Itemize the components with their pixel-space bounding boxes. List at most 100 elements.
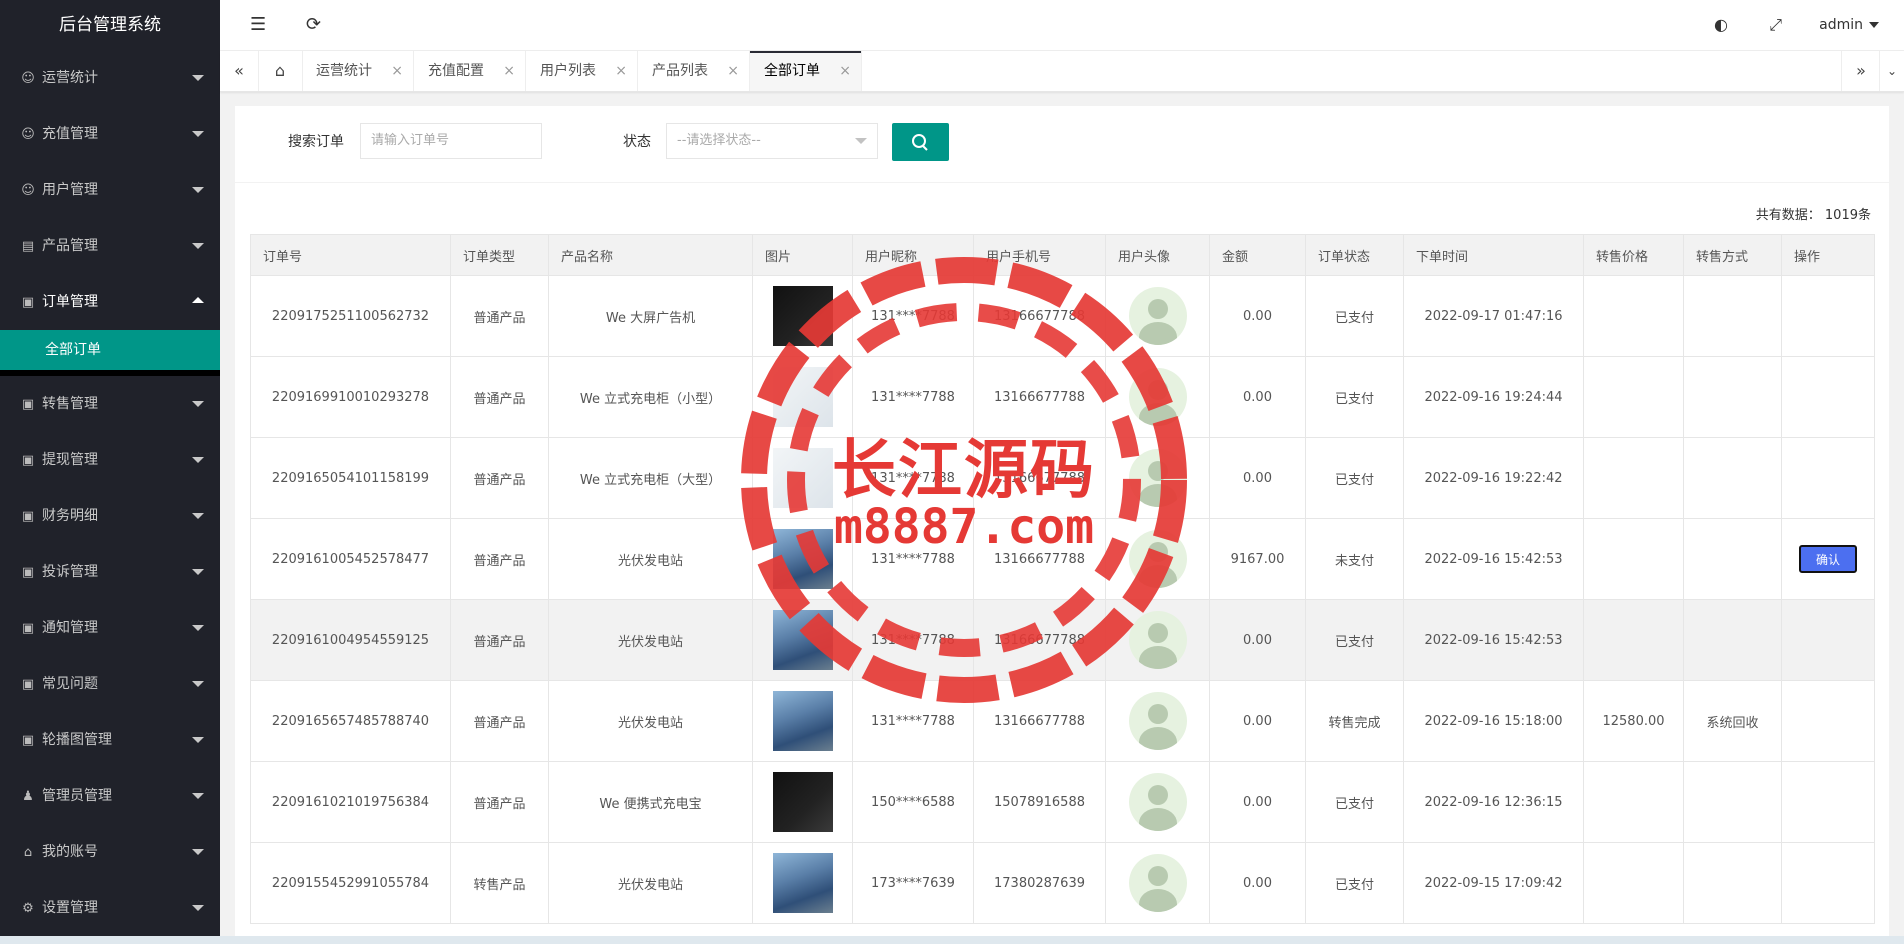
table-row[interactable]: 2209175251100562732 普通产品 We 大屏广告机 131****77… [250,275,1875,357]
cell-resale-way [1683,842,1782,924]
order-search-label: 搜索订单 [288,134,344,150]
status-select[interactable]: --请选择状态-- [666,123,878,159]
chevron-icon [192,131,204,137]
cell-status: 已支付 [1305,842,1404,924]
product-thumbnail[interactable] [772,691,833,751]
tabs-menu-chevron-icon[interactable]: ⌄ [1879,51,1904,91]
search-icon [912,134,928,151]
action-cell: 确认 [1781,518,1875,600]
table-row[interactable]: 2209161004954559125 普通产品 光伏发电站 131****7788 1… [250,599,1875,681]
sidebar-item[interactable]: ▣ 轮播图管理 [0,712,220,768]
close-icon[interactable]: × [839,51,851,91]
cell-product: We 立式充电柜（大型） [548,437,753,519]
product-thumbnail[interactable] [772,367,833,427]
sidebar-item[interactable]: ▤ 产品管理 [0,218,220,274]
table-row[interactable]: 2209155452991055784 转售产品 光伏发电站 173****7639 1… [250,842,1875,924]
tabs-scroll-left-icon[interactable]: « [220,51,259,91]
cell-phone: 17380287639 [973,842,1106,924]
sidebar-item[interactable]: ☺ 充值管理 [0,106,220,162]
product-thumbnail[interactable] [772,853,833,913]
user-menu[interactable]: admin [1819,0,1879,50]
product-image-cell [752,761,853,843]
cell-type: 普通产品 [450,680,549,762]
cell-time: 2022-09-15 17:09:42 [1403,842,1584,924]
order-search-input[interactable]: 请输入订单号 [360,123,542,159]
sidebar-item[interactable]: ▣ 投诉管理 [0,544,220,600]
table-row[interactable]: 2209165657485788740 普通产品 光伏发电站 131****7788 1… [250,680,1875,762]
column-header: 用户手机号 [973,234,1106,276]
tab[interactable]: 全部订单 × [750,51,862,91]
status-label: 状态 [623,134,651,150]
chevron-icon [192,849,204,855]
action-cell [1781,680,1875,762]
avatar [1128,449,1187,507]
image-icon: ▣ [21,397,35,412]
cell-amount: 0.00 [1209,842,1306,924]
table-row[interactable]: 2209165054101158199 普通产品 We 立式充电柜（大型） 131**… [250,437,1875,519]
sidebar-item[interactable]: ▣ 通知管理 [0,600,220,656]
refresh-icon[interactable]: ⟳ [306,0,321,50]
action-cell [1781,842,1875,924]
home-tab-icon[interactable]: ⌂ [258,51,303,91]
avatar [1128,611,1187,669]
table-row[interactable]: 2209169910010293278 普通产品 We 立式充电柜（小型） 131**… [250,356,1875,438]
close-icon[interactable]: × [615,51,627,91]
cell-order: 2209161005452578477 [250,518,451,600]
sidebar-item[interactable]: ▣ 转售管理 [0,376,220,432]
cell-resale-way [1683,356,1782,438]
avatar [1128,530,1187,588]
close-icon[interactable]: × [503,51,515,91]
sidebar-item[interactable]: ⚙ 设置管理 [0,880,220,936]
cell-phone: 15078916588 [973,761,1106,843]
product-thumbnail[interactable] [772,610,833,670]
close-icon[interactable]: × [391,51,403,91]
sidebar-subitem-all-orders[interactable]: 全部订单 [0,330,220,370]
avatar-cell [1105,437,1210,519]
table-row[interactable]: 2209161005452578477 普通产品 光伏发电站 131****7788 1… [250,518,1875,600]
product-image-cell [752,599,853,681]
sidebar-item[interactable]: ☺ 运营统计 [0,50,220,106]
avatar [1128,773,1187,831]
cell-product: We 大屏广告机 [548,275,753,357]
tabs-scroll-right-icon[interactable]: » [1841,51,1880,91]
product-thumbnail[interactable] [772,772,833,832]
tab[interactable]: 产品列表 × [638,51,750,91]
sidebar-item[interactable]: ⌂ 我的账号 [0,824,220,880]
product-thumbnail[interactable] [772,286,833,346]
tab[interactable]: 用户列表 × [526,51,638,91]
table-row[interactable]: 2209161021019756384 普通产品 We 便携式充电宝 150****6… [250,761,1875,843]
cell-nick: 131****7788 [852,275,974,357]
menu-collapse-icon[interactable]: ☰ [250,0,266,50]
chevron-icon [192,569,204,575]
theme-icon[interactable]: ◐ [1714,0,1728,50]
cell-nick: 131****7788 [852,356,974,438]
tab[interactable]: 充值配置 × [414,51,526,91]
sidebar-item[interactable]: ▣ 订单管理 [0,274,220,330]
cell-time: 2022-09-17 01:47:16 [1403,275,1584,357]
submenu: 全部订单 [0,330,220,376]
sidebar-item[interactable]: ♟ 管理员管理 [0,768,220,824]
chevron-icon [192,243,204,249]
chevron-icon [192,457,204,463]
cell-resale-way [1683,437,1782,519]
bottom-strip [0,936,1904,944]
cell-phone: 13166677788 [973,680,1106,762]
product-thumbnail[interactable] [772,529,833,589]
orders-table: 订单号 订单类型 产品名称 图片 用户昵称 用户手机号 用户头像 金额 订单状态 下单时间 转售价格… [250,234,1875,924]
cell-order: 2209165657485788740 [250,680,451,762]
close-icon[interactable]: × [727,51,739,91]
fullscreen-icon[interactable]: ⤢ [1769,0,1782,50]
sidebar-item[interactable]: ☺ 用户管理 [0,162,220,218]
cell-resale-price [1583,761,1684,843]
chevron-icon [192,793,204,799]
sidebar-item[interactable]: ▣ 提现管理 [0,432,220,488]
sidebar: 后台管理系统 ☺ 运营统计 ☺ 充值管理 ☺ 用户管理 ▤ 产品管理 ▣ 订单管理 全部订单 ▣ 转售管… [0,0,220,944]
search-button[interactable] [892,123,949,161]
sidebar-item[interactable]: ▣ 财务明细 [0,488,220,544]
tab[interactable]: 运营统计 × [302,51,414,91]
sidebar-item[interactable]: ▣ 常见问题 [0,656,220,712]
confirm-button[interactable]: 确认 [1799,545,1857,573]
avatar-cell [1105,518,1210,600]
product-thumbnail[interactable] [772,448,833,508]
tab-label: 全部订单 [764,63,820,79]
